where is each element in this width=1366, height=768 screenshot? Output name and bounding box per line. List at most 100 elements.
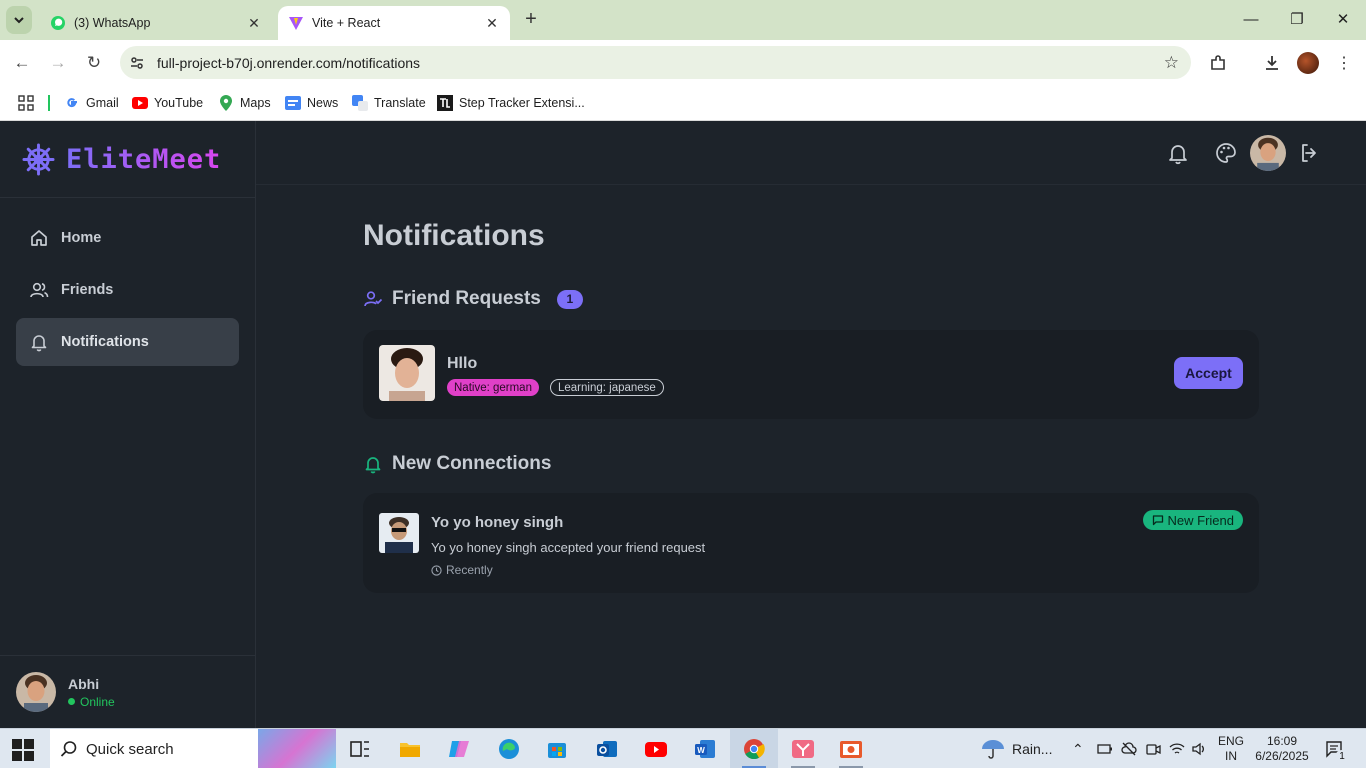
friend-request-card: Hllo Native: german Learning: japanese A…: [363, 330, 1259, 419]
app-pink-icon[interactable]: [791, 737, 815, 761]
bookmark-news[interactable]: News: [285, 92, 338, 114]
step-tracker-icon: [437, 95, 453, 111]
bookmark-maps[interactable]: Maps: [218, 92, 271, 114]
language-indicator[interactable]: ENG IN: [1218, 734, 1244, 764]
learning-language-badge: Learning: japanese: [550, 379, 664, 396]
friend-requests-heading: Friend Requests 1: [363, 288, 583, 310]
logout-icon[interactable]: [1298, 141, 1322, 165]
home-icon: [31, 230, 47, 246]
connection-message: Yo yo honey singh accepted your friend r…: [431, 540, 706, 555]
notification-count-badge: 1: [1335, 750, 1349, 764]
browser-toolbar: ← → ↻ full-project-b70j.onrender.com/not…: [0, 40, 1366, 86]
avatar: [16, 672, 56, 712]
weather-widget[interactable]: Rain...: [980, 729, 1052, 768]
bookmark-label: Maps: [240, 96, 271, 110]
word-icon[interactable]: W: [693, 737, 717, 761]
youtube-app-icon[interactable]: [644, 737, 668, 761]
clock[interactable]: 16:09 6/26/2025: [1254, 734, 1310, 764]
sidebar: EliteMeet Home Friends Notifications Abh…: [0, 121, 256, 728]
apps-icon[interactable]: [18, 92, 34, 114]
address-bar[interactable]: full-project-b70j.onrender.com/notificat…: [120, 46, 1191, 79]
taskbar-search[interactable]: Quick search: [50, 729, 336, 768]
battery-icon[interactable]: [1097, 741, 1113, 757]
avatar: [379, 345, 435, 401]
chrome-icon[interactable]: [742, 737, 766, 761]
sidebar-item-home[interactable]: Home: [16, 214, 239, 262]
new-connections-heading: New Connections: [363, 453, 551, 475]
tab-search-button[interactable]: [6, 6, 32, 34]
brand[interactable]: EliteMeet: [0, 121, 255, 198]
bookmarks-bar: Gmail YouTube Maps News Translate Step T…: [0, 86, 1366, 121]
new-tab-button[interactable]: +: [520, 8, 542, 32]
clock-date: 6/26/2025: [1255, 749, 1309, 763]
youtube-icon: [132, 95, 148, 111]
sidebar-item-friends[interactable]: Friends: [16, 266, 239, 314]
message-icon: [1152, 515, 1163, 526]
bookmark-gmail[interactable]: Gmail: [64, 92, 119, 114]
volume-icon[interactable]: [1191, 741, 1207, 757]
umbrella-icon: [982, 740, 1004, 759]
whatsapp-icon: [51, 16, 65, 30]
sidebar-item-label: Home: [61, 230, 102, 246]
site-info-icon[interactable]: [127, 53, 147, 73]
avatar: [379, 513, 419, 553]
app-header: [256, 121, 1366, 185]
native-language-badge: Native: german: [447, 379, 539, 396]
profile-avatar[interactable]: [1297, 52, 1319, 74]
bookmark-label: Gmail: [86, 96, 119, 110]
palette-icon[interactable]: [1214, 141, 1238, 165]
news-icon: [285, 95, 301, 111]
back-button[interactable]: ←: [10, 51, 34, 75]
bookmark-youtube[interactable]: YouTube: [132, 92, 203, 114]
minimize-button[interactable]: —: [1236, 8, 1266, 32]
close-window-button[interactable]: ✕: [1328, 8, 1358, 32]
sidebar-item-label: Friends: [61, 282, 114, 298]
wifi-icon[interactable]: [1169, 741, 1185, 757]
header-avatar[interactable]: [1250, 135, 1286, 171]
copilot-icon[interactable]: [447, 737, 471, 761]
task-view-icon[interactable]: [348, 737, 372, 761]
chrome-menu-icon[interactable]: ⋮: [1333, 52, 1355, 74]
downloads-icon[interactable]: [1261, 52, 1283, 74]
accept-button[interactable]: Accept: [1174, 357, 1243, 389]
time-text: Recently: [446, 563, 493, 577]
sidebar-user[interactable]: Abhi Online: [0, 655, 255, 728]
camera-icon[interactable]: [1145, 741, 1161, 757]
close-tab-icon[interactable]: ✕: [246, 15, 262, 32]
bell-icon[interactable]: [1166, 141, 1190, 165]
search-label: Quick search: [86, 740, 174, 758]
bookmark-label: Step Tracker Extensi...: [459, 96, 585, 110]
reload-button[interactable]: ↻: [82, 51, 106, 75]
restore-button[interactable]: ❐: [1282, 8, 1312, 32]
extensions-icon[interactable]: [1207, 52, 1229, 74]
tab-whatsapp[interactable]: (3) WhatsApp ✕: [40, 6, 272, 40]
close-tab-icon[interactable]: ✕: [484, 15, 500, 32]
forward-button[interactable]: →: [46, 51, 70, 75]
weather-text: Rain...: [1012, 741, 1053, 757]
sidebar-item-notifications[interactable]: Notifications: [16, 318, 239, 366]
tab-title: (3) WhatsApp: [74, 16, 151, 30]
edge-icon[interactable]: [497, 737, 521, 761]
connection-card: Yo yo honey singh Yo yo honey singh acce…: [363, 493, 1259, 593]
page-title: Notifications: [363, 219, 545, 252]
bookmark-translate[interactable]: Translate: [352, 92, 426, 114]
windows-start-icon[interactable]: [12, 739, 34, 761]
users-icon: [30, 282, 49, 298]
translate-icon: [352, 95, 368, 111]
region-code: IN: [1225, 749, 1237, 763]
store-icon[interactable]: [545, 737, 569, 761]
brand-name: EliteMeet: [66, 143, 222, 175]
powerpoint-icon[interactable]: [839, 737, 863, 761]
cloud-sync-icon[interactable]: [1121, 741, 1137, 757]
tab-vite-react[interactable]: Vite + React ✕: [278, 6, 510, 40]
bell-icon: [31, 335, 47, 352]
outlook-icon[interactable]: [595, 737, 619, 761]
show-hidden-icons[interactable]: ⌃: [1072, 729, 1084, 768]
file-explorer-icon[interactable]: [398, 737, 422, 761]
language-code: ENG: [1218, 734, 1245, 748]
bookmark-star-icon[interactable]: ☆: [1164, 53, 1179, 73]
url-text: full-project-b70j.onrender.com/notificat…: [157, 54, 421, 71]
section-heading-text: Friend Requests: [392, 288, 541, 309]
bell-icon: [365, 457, 381, 474]
bookmark-step-tracker[interactable]: Step Tracker Extensi...: [437, 92, 585, 114]
